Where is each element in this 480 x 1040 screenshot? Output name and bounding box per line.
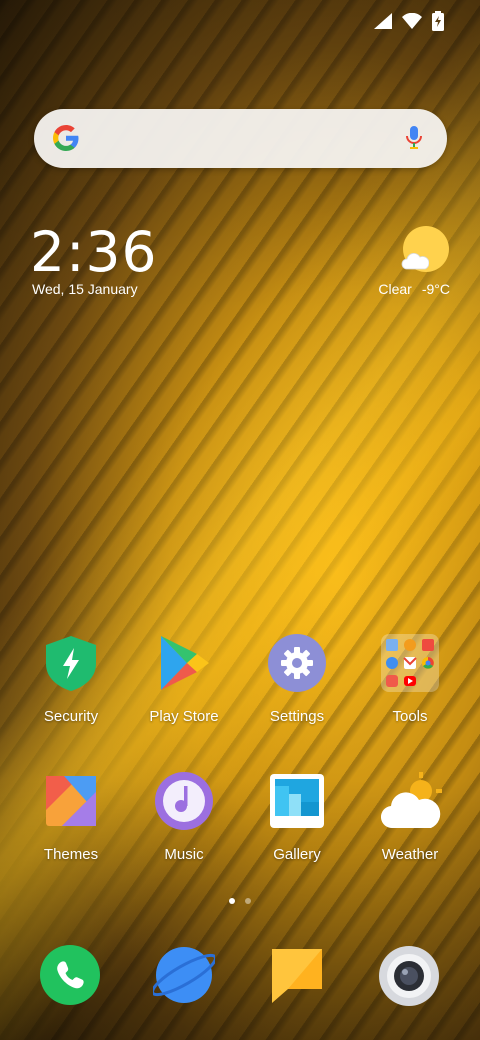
clock-time[interactable]: 2:36	[30, 220, 158, 284]
folder-icon	[381, 634, 439, 692]
page-indicator	[229, 898, 251, 904]
cloud-icon	[401, 253, 429, 270]
phone-icon	[40, 945, 100, 1005]
weather-info[interactable]: Clear -9°C	[378, 281, 450, 297]
app-tools-folder[interactable]: Tools	[355, 634, 465, 725]
themes-icon	[46, 776, 96, 826]
signal-icon	[374, 13, 392, 29]
weather-condition: Clear	[378, 281, 412, 297]
app-label: Security	[43, 708, 99, 725]
status-bar	[374, 10, 444, 32]
music-icon	[155, 772, 213, 830]
app-label: Music	[164, 846, 204, 863]
app-security[interactable]: Security	[16, 634, 126, 725]
messages-icon	[272, 949, 322, 1003]
app-label: Weather	[381, 846, 439, 863]
app-label: Play Store	[149, 708, 219, 725]
dock-camera[interactable]	[378, 945, 439, 1006]
microphone-icon[interactable]	[405, 125, 423, 151]
app-weather[interactable]: Weather	[355, 772, 465, 863]
wifi-icon	[402, 13, 422, 29]
app-music[interactable]: Music	[129, 772, 239, 863]
browser-icon	[151, 947, 217, 1003]
dock-browser[interactable]	[151, 945, 217, 1005]
battery-charging-icon	[432, 11, 444, 31]
app-play-store[interactable]: Play Store	[129, 634, 239, 725]
dock-messages[interactable]	[268, 945, 328, 1005]
page-dot-1[interactable]	[229, 898, 235, 904]
app-gallery[interactable]: Gallery	[242, 772, 352, 863]
app-themes[interactable]: Themes	[16, 772, 126, 863]
app-label: Themes	[43, 846, 99, 863]
app-label: Gallery	[273, 846, 321, 863]
app-settings[interactable]: Settings	[242, 634, 352, 725]
google-search-bar[interactable]	[34, 109, 447, 168]
clock-date: Wed, 15 January	[32, 281, 138, 297]
page-dot-2[interactable]	[245, 898, 251, 904]
gear-icon	[268, 634, 326, 692]
app-label: Tools	[392, 708, 428, 725]
google-g-icon	[53, 125, 79, 151]
weather-temperature: -9°C	[421, 281, 450, 297]
weather-icon	[380, 772, 442, 829]
shield-icon	[46, 636, 96, 691]
play-store-icon	[161, 636, 209, 690]
gallery-icon	[270, 774, 324, 828]
dock-phone[interactable]	[40, 945, 100, 1005]
camera-icon	[379, 946, 439, 1006]
app-label: Settings	[269, 708, 325, 725]
